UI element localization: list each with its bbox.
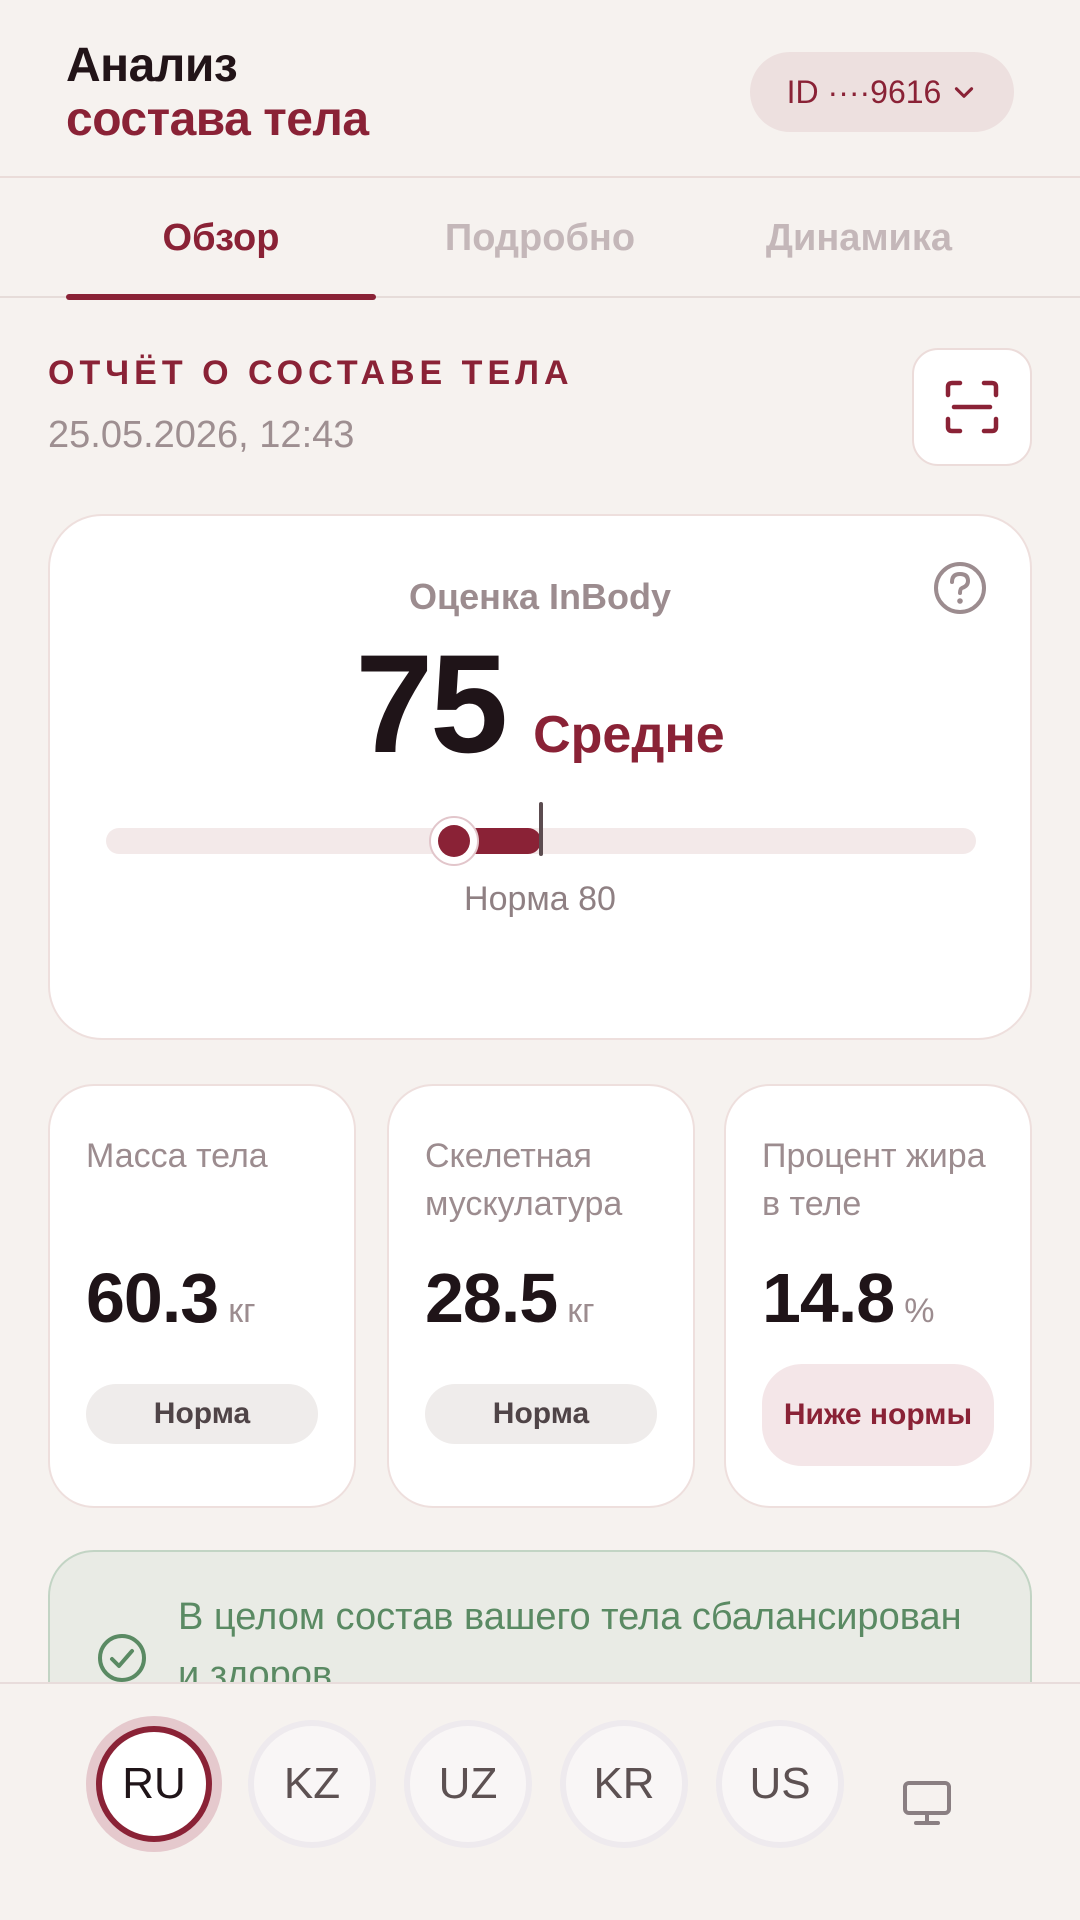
status-badge: Норма [86,1384,318,1444]
check-circle-icon [98,1634,146,1682]
tab-overview[interactable]: Обзор [66,180,376,300]
norm-marker [539,802,543,856]
metric-unit: кг [567,1292,595,1330]
metric-unit: % [904,1292,935,1330]
status-badge: Норма [425,1384,657,1444]
scan-button[interactable] [912,348,1032,466]
language-button-kz[interactable]: KZ [254,1726,370,1842]
metric-value: 14.8 [762,1259,895,1337]
language-button-uz[interactable]: UZ [410,1726,526,1842]
language-button-us[interactable]: US [722,1726,838,1842]
report-date: 25.05.2026, 12:43 [48,414,355,456]
tab-dynamics[interactable]: Динамика [704,180,1014,296]
app-header: Анализ состава тела ID ····9616 [0,0,1080,178]
tab-detailed[interactable]: Подробно [385,180,695,296]
scan-icon [945,380,999,434]
metric-card-body-mass: Масса тела 60.3 кг Норма [48,1084,356,1508]
metric-label: Масса тела [86,1137,268,1175]
metric-label: Процент жира в теле [762,1137,986,1223]
language-button-ru[interactable]: RU [96,1726,212,1842]
user-id-selector[interactable]: ID ····9616 [750,52,1014,132]
norm-label: Норма 80 [464,880,616,918]
chevron-down-icon [955,87,974,98]
monitor-icon[interactable] [902,1780,952,1826]
metric-card-body-fat: Процент жира в теле 14.8 % Ниже нормы [724,1084,1032,1508]
status-badge: Ниже нормы [762,1364,994,1466]
score-label: Оценка InBody [409,576,671,617]
language-button-kr[interactable]: KR [566,1726,682,1842]
inbody-score-card: Оценка InBody 75 Средне Норма 80 [48,514,1032,1040]
score-rating: Средне [533,706,725,764]
metric-label: Скелетная мускулатура [425,1137,623,1223]
score-value: 75 [355,625,508,782]
help-icon[interactable] [932,560,988,616]
tab-bar: Обзор Подробно Динамика [0,180,1080,300]
page-title-line2: состава тела [66,93,369,146]
report-title: ОТЧЁТ О СОСТАВЕ ТЕЛА [48,354,574,392]
page-title-line1: Анализ [66,39,238,92]
metric-value: 60.3 [86,1259,219,1337]
score-scale-track [106,802,976,866]
score-marker [429,816,479,866]
metric-value: 28.5 [425,1259,558,1337]
metric-card-skeletal-muscle: Скелетная мускулатура 28.5 кг Норма [387,1084,695,1508]
metric-unit: кг [228,1292,256,1330]
user-id-label: ID ····9616 [786,73,942,110]
